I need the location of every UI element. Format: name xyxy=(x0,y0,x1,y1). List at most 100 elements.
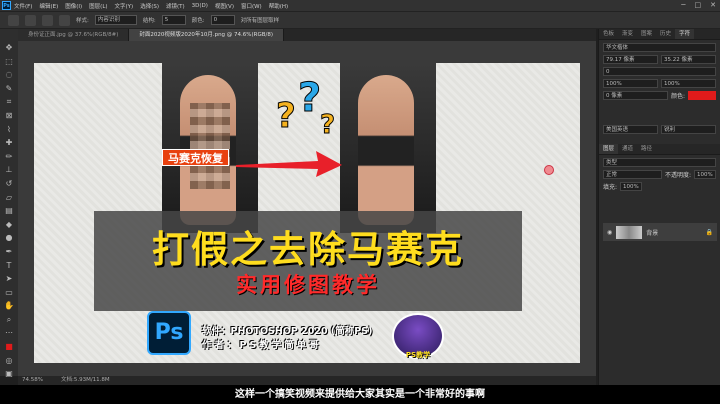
menu-help[interactable]: 帮助(H) xyxy=(269,2,288,10)
history-brush-tool-icon[interactable]: ↺ xyxy=(4,179,14,189)
gradient-tool-icon[interactable]: ▤ xyxy=(4,206,14,216)
tab-id-card[interactable]: 身份证正面.jpg @ 37.6%(RGB/8#) xyxy=(18,29,130,41)
title-banner: 打假之去除马赛克 实用修图教学 xyxy=(94,211,522,311)
path-select-tool-icon[interactable]: ➤ xyxy=(4,274,14,284)
canvas-area[interactable]: 马赛克恢复 ? ? ? 打假之去除马赛克 实用修图教学 Ps 软件：PHOTOS… xyxy=(18,41,614,404)
crop-tool-icon[interactable]: ⌗ xyxy=(4,97,14,107)
quick-mask-icon[interactable]: ◎ xyxy=(4,356,14,366)
shape-tool-icon[interactable]: ▭ xyxy=(4,288,14,298)
hand-tool-icon[interactable]: ✋ xyxy=(4,301,14,311)
menu-layer[interactable]: 图层(L) xyxy=(89,2,107,10)
tab-gradients[interactable]: 渐变 xyxy=(618,29,637,39)
menu-edit[interactable]: 编辑(E) xyxy=(39,2,58,10)
maximize-icon[interactable]: □ xyxy=(695,1,702,9)
structure-input[interactable]: 5 xyxy=(161,15,186,25)
screen-mode-icon[interactable]: ▣ xyxy=(4,369,14,379)
question-marks-icon: ? ? ? xyxy=(276,75,336,141)
eraser-tool-icon[interactable]: ▱ xyxy=(4,193,14,203)
layer-thumbnail xyxy=(616,225,643,239)
baseline-input[interactable]: 0 像素 xyxy=(603,90,668,100)
antialias-select[interactable]: 锐利 xyxy=(661,124,716,134)
add-selection-icon[interactable] xyxy=(42,14,53,26)
font-size-input[interactable]: 79.17 像素 xyxy=(603,54,658,64)
leading-input[interactable]: 35.22 像素 xyxy=(661,54,716,64)
patch-tool-icon[interactable] xyxy=(8,14,19,26)
character-panel-tabs: 色板 渐变 图案 历史 字符 xyxy=(599,29,720,40)
menu-filter[interactable]: 滤镜(T) xyxy=(166,2,185,10)
minimize-icon[interactable]: ─ xyxy=(681,1,685,9)
tab-patterns[interactable]: 图案 xyxy=(637,29,656,39)
quick-select-tool-icon[interactable]: ✎ xyxy=(4,84,14,94)
menu-file[interactable]: 文件(F) xyxy=(14,2,32,10)
ps-logo-icon: Ps xyxy=(147,311,191,355)
font-family-select[interactable]: 华文楷体 xyxy=(603,42,716,52)
healing-tool-icon[interactable]: ✚ xyxy=(4,138,14,148)
menu-bar: Ps 文件(F) 编辑(E) 图像(I) 图层(L) 文字(Y) 选择(S) 滤… xyxy=(0,0,720,11)
subtract-selection-icon[interactable] xyxy=(59,14,70,26)
options-bar: 样式: 内容识别 结构: 5 颜色: 0 对所有图层取样 xyxy=(0,11,720,29)
document-canvas[interactable]: 马赛克恢复 ? ? ? 打假之去除马赛克 实用修图教学 Ps 软件：PHOTOS… xyxy=(34,63,580,363)
avatar-label: PS教学 xyxy=(405,351,431,359)
menu-image[interactable]: 图像(I) xyxy=(65,2,82,10)
tools-panel: ✥ ⬚ ◌ ✎ ⌗ ⊠ ⌇ ✚ ✏ ⊥ ↺ ▱ ▤ ◆ ● ✒ T ➤ ▭ ✋ … xyxy=(0,29,18,379)
frame-tool-icon[interactable]: ⊠ xyxy=(4,111,14,121)
zoom-level[interactable]: 74.58% xyxy=(22,376,43,385)
type-tool-icon[interactable]: T xyxy=(4,261,14,271)
zoom-tool-icon[interactable]: ⌕ xyxy=(4,315,14,325)
move-tool-icon[interactable]: ✥ xyxy=(4,43,14,53)
horizontal-scale-input[interactable]: 100% xyxy=(661,78,716,88)
tab-layers[interactable]: 图层 xyxy=(599,144,619,154)
new-selection-icon[interactable] xyxy=(25,14,36,26)
mode-select[interactable]: 内容识别 xyxy=(94,15,137,25)
svg-text:?: ? xyxy=(320,110,335,140)
software-info: 软件：PHOTOSHOP 2020 (简称PS) xyxy=(202,326,373,337)
tab-history[interactable]: 历史 xyxy=(656,29,675,39)
tab-paths[interactable]: 路径 xyxy=(637,144,656,154)
opacity-label: 不透明度: xyxy=(664,171,691,179)
color-label: 颜色: xyxy=(191,18,205,24)
marquee-tool-icon[interactable]: ⬚ xyxy=(4,57,14,67)
tab-channels[interactable]: 通道 xyxy=(618,144,637,154)
sample-all-layers-checkbox[interactable]: 对所有图层取样 xyxy=(241,16,280,24)
close-icon[interactable]: ✕ xyxy=(710,1,716,9)
blur-tool-icon[interactable]: ◆ xyxy=(4,220,14,230)
tab-cover[interactable]: 封面2020视频版2020年10月.png @ 74.6%(RGB/8) xyxy=(129,29,285,41)
pen-tool-icon[interactable]: ✒ xyxy=(4,247,14,257)
restore-badge: 马赛克恢复 xyxy=(162,149,229,166)
menu-window[interactable]: 窗口(W) xyxy=(241,2,262,10)
vertical-scale-input[interactable]: 100% xyxy=(603,78,658,88)
svg-text:?: ? xyxy=(276,96,296,136)
menu-3d[interactable]: 3D(D) xyxy=(192,3,208,9)
svg-text:?: ? xyxy=(298,75,321,121)
tab-character[interactable]: 字符 xyxy=(675,29,695,39)
tracking-input[interactable]: 0 xyxy=(603,66,716,76)
main-title: 打假之去除马赛克 xyxy=(152,228,464,271)
menu-view[interactable]: 视图(V) xyxy=(215,2,234,10)
stamp-tool-icon[interactable]: ⊥ xyxy=(4,165,14,175)
tab-swatches[interactable]: 色板 xyxy=(599,29,618,39)
dodge-tool-icon[interactable]: ● xyxy=(4,233,14,243)
fill-label: 填充: xyxy=(603,183,618,191)
eye-icon[interactable]: ◉ xyxy=(607,229,612,236)
mode-label: 样式: xyxy=(76,18,89,24)
text-color-swatch[interactable] xyxy=(688,90,716,100)
language-select[interactable]: 美国英语 xyxy=(603,124,658,134)
opacity-input[interactable]: 100% xyxy=(694,169,716,179)
blend-mode-select[interactable]: 正常 xyxy=(603,169,662,179)
eyedropper-tool-icon[interactable]: ⌇ xyxy=(4,125,14,135)
right-panels: 色板 渐变 图案 历史 字符 华文楷体 79.17 像素 35.22 像素 0 … xyxy=(598,29,720,385)
lasso-tool-icon[interactable]: ◌ xyxy=(4,70,14,80)
cursor-icon xyxy=(544,165,554,175)
menu-select[interactable]: 选择(S) xyxy=(140,2,159,10)
menu-type[interactable]: 文字(Y) xyxy=(115,2,134,10)
layer-row[interactable]: ◉ 背景 🔒 xyxy=(603,223,717,241)
color-input[interactable]: 0 xyxy=(210,15,235,25)
fill-input[interactable]: 100% xyxy=(620,181,643,191)
photoshop-window: Ps 文件(F) 编辑(E) 图像(I) 图层(L) 文字(Y) 选择(S) 滤… xyxy=(0,0,720,404)
status-bar: 74.58% 文档:5.93M/11.8M xyxy=(18,376,596,385)
layer-filter-select[interactable]: 类型 xyxy=(603,157,716,167)
more-tools-icon[interactable]: ⋯ xyxy=(4,328,14,338)
doc-size: 文档:5.93M/11.8M xyxy=(60,377,110,383)
color-swatches-icon[interactable]: ■ xyxy=(4,342,14,352)
brush-tool-icon[interactable]: ✏ xyxy=(4,152,14,162)
